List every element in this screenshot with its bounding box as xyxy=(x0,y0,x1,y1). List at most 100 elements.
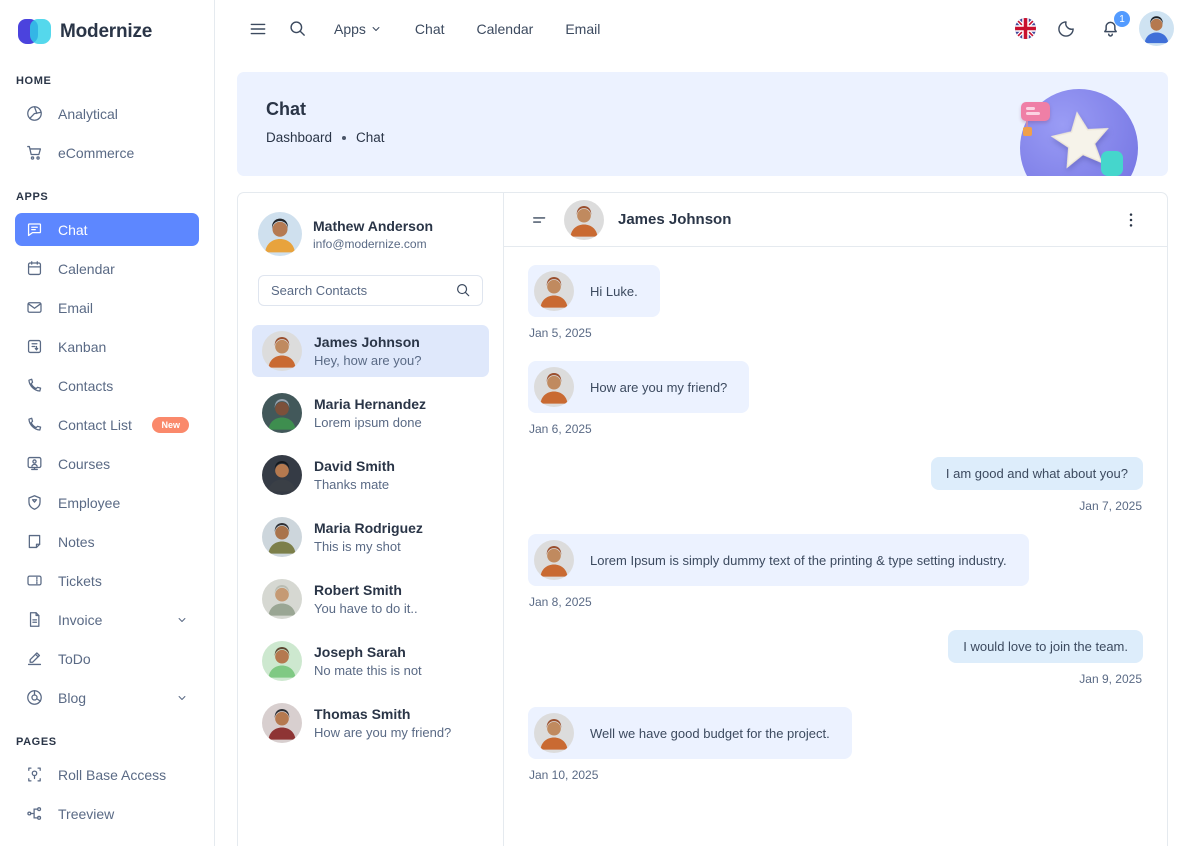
sidebar-item-label: Treeview xyxy=(58,806,114,822)
nav-email[interactable]: Email xyxy=(553,15,612,43)
search-button[interactable] xyxy=(282,13,314,45)
avatar xyxy=(262,455,302,495)
sidebar-item-employee[interactable]: Employee xyxy=(15,486,199,519)
breadcrumb-parent[interactable]: Dashboard xyxy=(266,130,332,145)
sidebar-item-analytical[interactable]: Analytical xyxy=(15,97,199,130)
contact-david-smith[interactable]: David Smith Thanks mate xyxy=(252,449,489,501)
sidebar-item-label: Employee xyxy=(58,495,120,511)
sidebar-toggle-button[interactable] xyxy=(242,13,274,45)
search-icon xyxy=(288,19,308,39)
chevron-down-icon xyxy=(175,691,189,705)
contacts-panel: Mathew Anderson info@modernize.com James… xyxy=(238,193,504,846)
chat-icon xyxy=(25,220,44,239)
profile-avatar[interactable] xyxy=(1139,11,1174,46)
sidebar-item-courses[interactable]: Courses xyxy=(15,447,199,480)
search-contacts-input[interactable] xyxy=(271,283,449,298)
sidebar-item-kanban[interactable]: Kanban xyxy=(15,330,199,363)
pencil-icon xyxy=(25,649,44,668)
contact-name: Maria Hernandez xyxy=(314,396,426,414)
avatar xyxy=(534,540,574,580)
contact-james-johnson[interactable]: James Johnson Hey, how are you? xyxy=(252,325,489,377)
hamburger-menu-icon xyxy=(248,19,268,39)
contact-maria-hernandez[interactable]: Maria Hernandez Lorem ipsum done xyxy=(252,387,489,439)
message-incoming: Lorem Ipsum is simply dummy text of the … xyxy=(528,534,1143,609)
current-user-email: info@modernize.com xyxy=(313,237,433,251)
sidebar-item-label: Tickets xyxy=(58,573,102,589)
contact-robert-smith[interactable]: Robert Smith You have to do it.. xyxy=(252,573,489,625)
chat-app-card: Mathew Anderson info@modernize.com James… xyxy=(237,192,1168,846)
contact-joseph-sarah[interactable]: Joseph Sarah No mate this is not xyxy=(252,635,489,687)
message-text: How are you my friend? xyxy=(590,380,727,395)
phone-icon xyxy=(25,376,44,395)
sidebar-item-ecommerce[interactable]: eCommerce xyxy=(15,136,199,169)
message-list: Hi Luke. Jan 5, 2025 How are you my frie… xyxy=(504,247,1167,846)
avatar xyxy=(262,393,302,433)
invoice-icon xyxy=(25,610,44,629)
search-icon[interactable] xyxy=(455,282,472,299)
message-date: Jan 7, 2025 xyxy=(529,499,1142,513)
sidebar-item-contacts[interactable]: Contacts xyxy=(15,369,199,402)
sidebar-item-label: Calendar xyxy=(58,261,115,277)
avatar xyxy=(262,331,302,371)
notifications-button[interactable]: 1 xyxy=(1096,14,1125,43)
message-bubble: Hi Luke. xyxy=(528,265,660,317)
contact-last-message: Hey, how are you? xyxy=(314,353,421,368)
sidebar-item-label: eCommerce xyxy=(58,145,134,161)
nav-label: Apps xyxy=(334,21,366,37)
sidebar-item-calendar[interactable]: Calendar xyxy=(15,252,199,285)
chat-panel: James Johnson Hi Luke. Jan 5, 2025 How a… xyxy=(504,193,1167,846)
toggle-contacts-icon[interactable] xyxy=(530,210,550,230)
brand-logo-icon xyxy=(18,18,51,45)
nav-chat[interactable]: Chat xyxy=(403,15,457,43)
chevron-down-icon xyxy=(369,22,383,36)
message-bubble: Well we have good budget for the project… xyxy=(528,707,852,759)
contact-list: James Johnson Hey, how are you? Maria He… xyxy=(238,325,503,749)
sidebar-item-roll-base-access[interactable]: Roll Base Access xyxy=(15,758,199,791)
message-bubble: I am good and what about you? xyxy=(931,457,1143,490)
message-text: Hi Luke. xyxy=(590,284,638,299)
sidebar-item-notes[interactable]: Notes xyxy=(15,525,199,558)
sidebar-item-treeview[interactable]: Treeview xyxy=(15,797,199,830)
topbar: Apps Chat Calendar Email 1 xyxy=(216,0,1200,57)
sidebar-section-pages: PAGES xyxy=(16,736,198,748)
nav-label: Chat xyxy=(415,21,445,37)
nav-calendar[interactable]: Calendar xyxy=(465,15,546,43)
sidebar-item-label: Email xyxy=(58,300,93,316)
sidebar-item-label: Kanban xyxy=(58,339,106,355)
contact-thomas-smith[interactable]: Thomas Smith How are you my friend? xyxy=(252,697,489,749)
avatar xyxy=(262,517,302,557)
sidebar-item-label: Invoice xyxy=(58,612,102,628)
current-user: Mathew Anderson info@modernize.com xyxy=(238,193,503,271)
illustration-cube xyxy=(1023,127,1032,136)
breadcrumb-current: Chat xyxy=(356,130,385,145)
contact-last-message: How are you my friend? xyxy=(314,725,451,740)
note-icon xyxy=(25,532,44,551)
contact-maria-rodriguez[interactable]: Maria Rodriguez This is my shot xyxy=(252,511,489,563)
lock-access-icon xyxy=(25,765,44,784)
language-flag-icon[interactable] xyxy=(1015,18,1036,39)
moon-icon xyxy=(1056,19,1076,39)
sidebar-item-contact-list[interactable]: Contact List New xyxy=(15,408,199,441)
sidebar-item-chat[interactable]: Chat xyxy=(15,213,199,246)
message-bubble: I would love to join the team. xyxy=(948,630,1143,663)
contact-last-message: You have to do it.. xyxy=(314,601,418,616)
brand-logo[interactable]: Modernize xyxy=(0,0,214,53)
sidebar-item-todo[interactable]: ToDo xyxy=(15,642,199,675)
message-bubble: How are you my friend? xyxy=(528,361,749,413)
nav-apps[interactable]: Apps xyxy=(322,15,395,43)
message-incoming: Hi Luke. Jan 5, 2025 xyxy=(528,265,1143,340)
new-badge: New xyxy=(152,417,189,433)
message-date: Jan 9, 2025 xyxy=(529,672,1142,686)
sidebar-item-invoice[interactable]: Invoice xyxy=(15,603,199,636)
sidebar-item-email[interactable]: Email xyxy=(15,291,199,324)
sidebar-item-label: Notes xyxy=(58,534,95,550)
shield-icon xyxy=(25,493,44,512)
avatar xyxy=(534,713,574,753)
sidebar-item-tickets[interactable]: Tickets xyxy=(15,564,199,597)
chat-options-button[interactable] xyxy=(1121,210,1141,230)
message-date: Jan 8, 2025 xyxy=(529,595,1142,609)
dark-mode-toggle[interactable] xyxy=(1050,13,1082,45)
breadcrumb-separator xyxy=(342,136,346,140)
aperture-icon xyxy=(25,104,44,123)
sidebar-item-blog[interactable]: Blog xyxy=(15,681,199,714)
